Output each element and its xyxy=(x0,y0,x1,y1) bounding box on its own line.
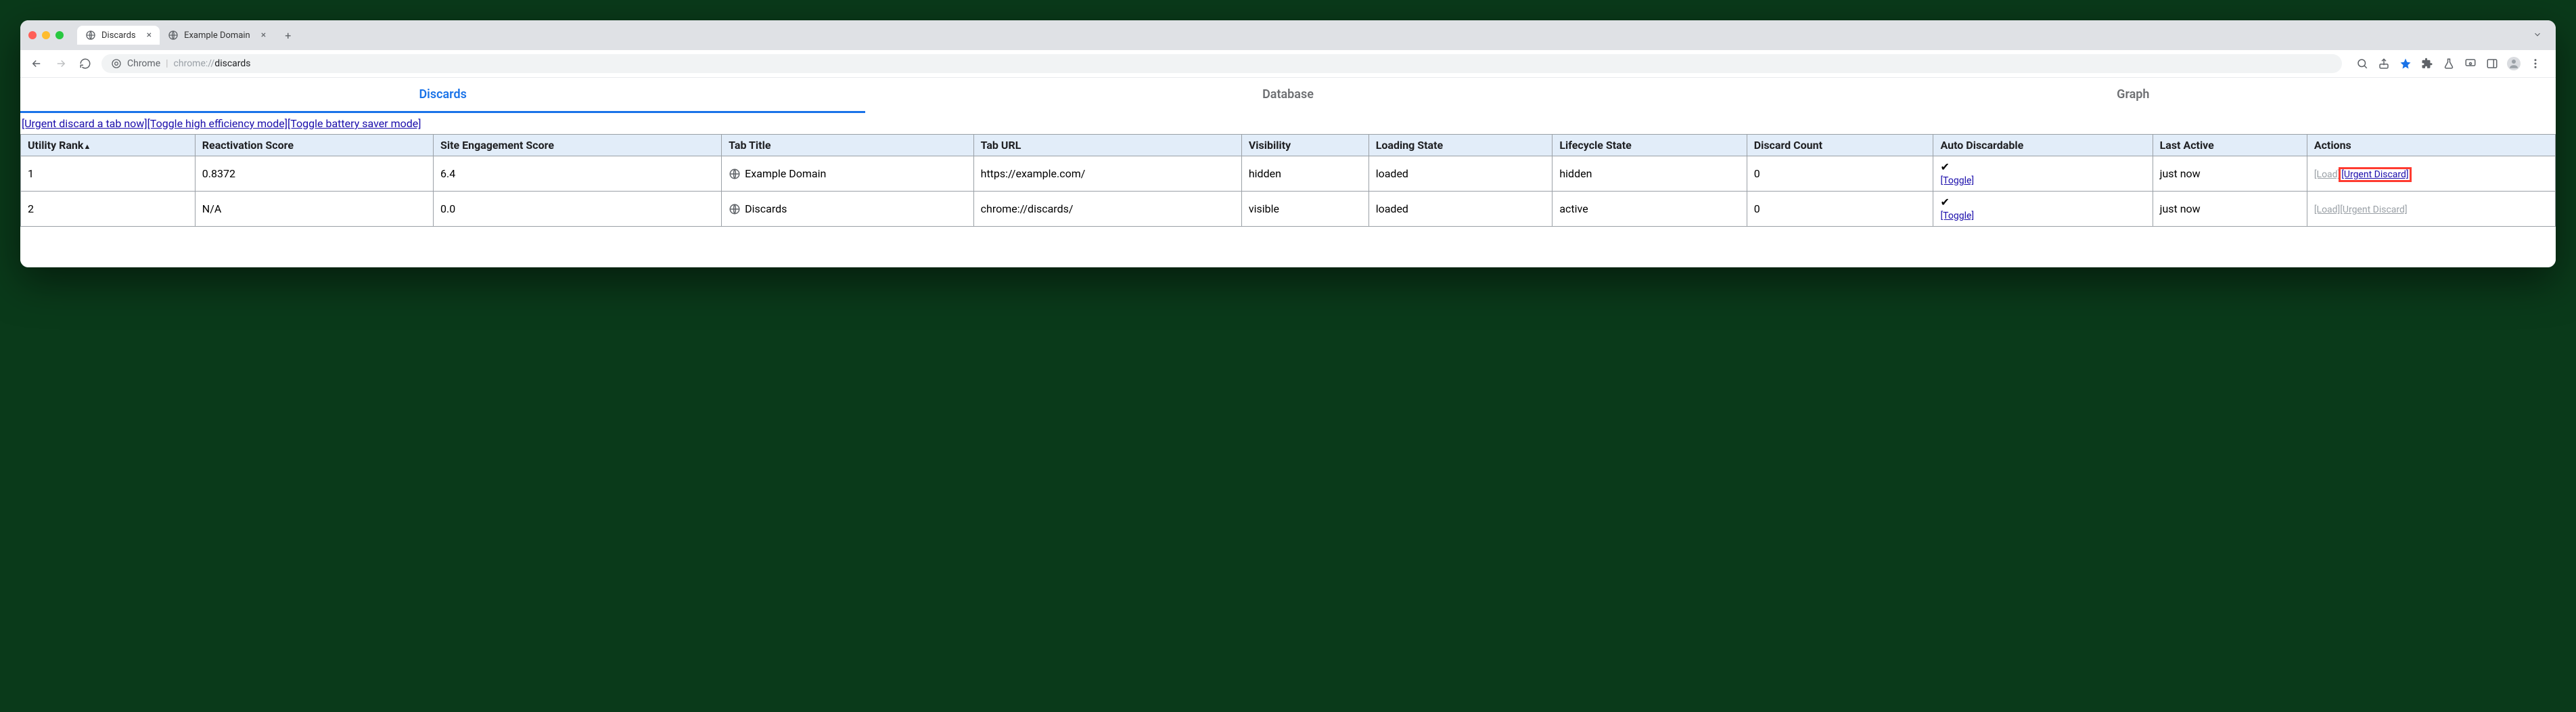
toggle-auto-discardable[interactable]: [Toggle] xyxy=(1940,210,1974,221)
col-visibility[interactable]: Visibility xyxy=(1241,135,1368,156)
tab-discards[interactable]: Discards xyxy=(20,78,865,113)
new-tab-button[interactable]: + xyxy=(279,26,296,45)
window-fullscreen-button[interactable] xyxy=(55,31,64,39)
cell-loading: loaded xyxy=(1368,156,1552,192)
cell-discard-count: 0 xyxy=(1747,156,1933,192)
labs-icon[interactable] xyxy=(2442,57,2456,70)
globe-icon xyxy=(168,30,179,41)
col-tab-title[interactable]: Tab Title xyxy=(722,135,973,156)
tab-graph[interactable]: Graph xyxy=(1711,78,2556,113)
globe-icon xyxy=(729,203,741,215)
cell-loading: loaded xyxy=(1368,191,1552,226)
cell-visibility: visible xyxy=(1241,191,1368,226)
tab-title: Discards xyxy=(101,30,136,41)
reload-button[interactable] xyxy=(77,55,93,72)
browser-tab-discards[interactable]: Discards × xyxy=(77,26,160,45)
cell-last-active: just now xyxy=(2153,191,2307,226)
omnibox[interactable]: Chrome | chrome://discards xyxy=(101,54,2342,73)
omnibox-url: chrome://discards xyxy=(174,58,251,69)
chevron-down-icon[interactable] xyxy=(2533,29,2542,42)
cast-icon[interactable] xyxy=(2464,57,2477,70)
omnibox-divider: | xyxy=(166,58,168,69)
action-load[interactable]: [Load] xyxy=(2314,204,2340,215)
tab-title: Example Domain xyxy=(184,30,250,41)
check-icon: ✔ xyxy=(1940,196,2145,208)
tab-database[interactable]: Database xyxy=(865,78,1710,113)
globe-icon xyxy=(729,168,741,180)
tab-close-icon[interactable]: × xyxy=(261,30,266,41)
table-row: 1 0.8372 6.4 Example Domain https://exam… xyxy=(21,156,2556,192)
page-tabs: Discards Database Graph xyxy=(20,78,2556,113)
cell-lifecycle: active xyxy=(1552,191,1747,226)
forward-button[interactable] xyxy=(53,55,69,72)
bookmark-star-icon[interactable] xyxy=(2399,57,2412,70)
zoom-icon[interactable] xyxy=(2355,57,2369,70)
cell-last-active: just now xyxy=(2153,156,2307,192)
cell-auto-discardable: ✔ [Toggle] xyxy=(1933,156,2153,192)
cell-title: Discards xyxy=(722,191,973,226)
col-loading-state[interactable]: Loading State xyxy=(1368,135,1552,156)
profile-avatar[interactable] xyxy=(2507,57,2521,70)
share-icon[interactable] xyxy=(2377,57,2391,70)
cell-engagement: 6.4 xyxy=(433,156,721,192)
cell-title-text: Discards xyxy=(745,202,787,215)
menu-dots-icon[interactable] xyxy=(2529,57,2542,70)
link-toggle-efficiency[interactable]: [Toggle high efficiency mode] xyxy=(147,117,288,130)
sidepanel-icon[interactable] xyxy=(2485,57,2499,70)
omnibox-scheme-label: Chrome xyxy=(127,58,160,69)
discards-table: Utility Rank▲ Reactivation Score Site En… xyxy=(20,134,2556,227)
link-toggle-battery[interactable]: [Toggle battery saver mode] xyxy=(288,117,421,130)
cell-rank: 1 xyxy=(21,156,196,192)
cell-rank: 2 xyxy=(21,191,196,226)
col-site-engagement[interactable]: Site Engagement Score xyxy=(433,135,721,156)
col-auto-discardable[interactable]: Auto Discardable xyxy=(1933,135,2153,156)
toggle-auto-discardable[interactable]: [Toggle] xyxy=(1940,175,1974,186)
browser-tabs: Discards × Example Domain × + xyxy=(77,26,2527,45)
browser-tab-example[interactable]: Example Domain × xyxy=(160,26,274,45)
action-load[interactable]: [Load] xyxy=(2314,169,2340,180)
globe-icon xyxy=(85,30,96,41)
cell-title-text: Example Domain xyxy=(745,167,826,180)
titlebar: Discards × Example Domain × + xyxy=(20,20,2556,50)
cell-reactivation: N/A xyxy=(195,191,433,226)
table-row: 2 N/A 0.0 Discards chrome://discards/ vi… xyxy=(21,191,2556,226)
extensions-icon[interactable] xyxy=(2420,57,2434,70)
cell-discard-count: 0 xyxy=(1747,191,1933,226)
toolbar-icons xyxy=(2350,57,2548,70)
urlbar-row: Chrome | chrome://discards xyxy=(20,50,2556,78)
col-lifecycle-state[interactable]: Lifecycle State xyxy=(1552,135,1747,156)
cell-url: https://example.com/ xyxy=(973,156,1241,192)
cell-actions: [Load][Urgent Discard] xyxy=(2307,156,2555,192)
traffic-lights xyxy=(28,31,64,39)
action-urgent-discard[interactable]: [Urgent Discard] xyxy=(2340,169,2410,181)
cell-url: chrome://discards/ xyxy=(973,191,1241,226)
link-urgent-discard-now[interactable]: [Urgent discard a tab now] xyxy=(22,117,147,130)
col-last-active[interactable]: Last Active xyxy=(2153,135,2307,156)
top-action-links: [Urgent discard a tab now][Toggle high e… xyxy=(20,113,2556,134)
col-discard-count[interactable]: Discard Count xyxy=(1747,135,1933,156)
tab-close-icon[interactable]: × xyxy=(147,30,152,41)
table-header-row: Utility Rank▲ Reactivation Score Site En… xyxy=(21,135,2556,156)
col-utility-rank[interactable]: Utility Rank▲ xyxy=(21,135,196,156)
window-minimize-button[interactable] xyxy=(42,31,50,39)
back-button[interactable] xyxy=(28,55,45,72)
sort-asc-icon: ▲ xyxy=(83,142,91,151)
action-urgent-discard[interactable]: [Urgent Discard] xyxy=(2340,204,2407,215)
cell-actions: [Load][Urgent Discard] xyxy=(2307,191,2555,226)
cell-auto-discardable: ✔ [Toggle] xyxy=(1933,191,2153,226)
cell-reactivation: 0.8372 xyxy=(195,156,433,192)
page-content: Discards Database Graph [Urgent discard … xyxy=(20,78,2556,267)
cell-title: Example Domain xyxy=(722,156,973,192)
col-actions[interactable]: Actions xyxy=(2307,135,2555,156)
cell-engagement: 0.0 xyxy=(433,191,721,226)
cell-visibility: hidden xyxy=(1241,156,1368,192)
window-close-button[interactable] xyxy=(28,31,37,39)
cell-lifecycle: hidden xyxy=(1552,156,1747,192)
col-tab-url[interactable]: Tab URL xyxy=(973,135,1241,156)
browser-window: Discards × Example Domain × + xyxy=(20,20,2556,267)
check-icon: ✔ xyxy=(1940,160,2145,173)
col-reactivation-score[interactable]: Reactivation Score xyxy=(195,135,433,156)
chrome-icon xyxy=(111,58,122,69)
